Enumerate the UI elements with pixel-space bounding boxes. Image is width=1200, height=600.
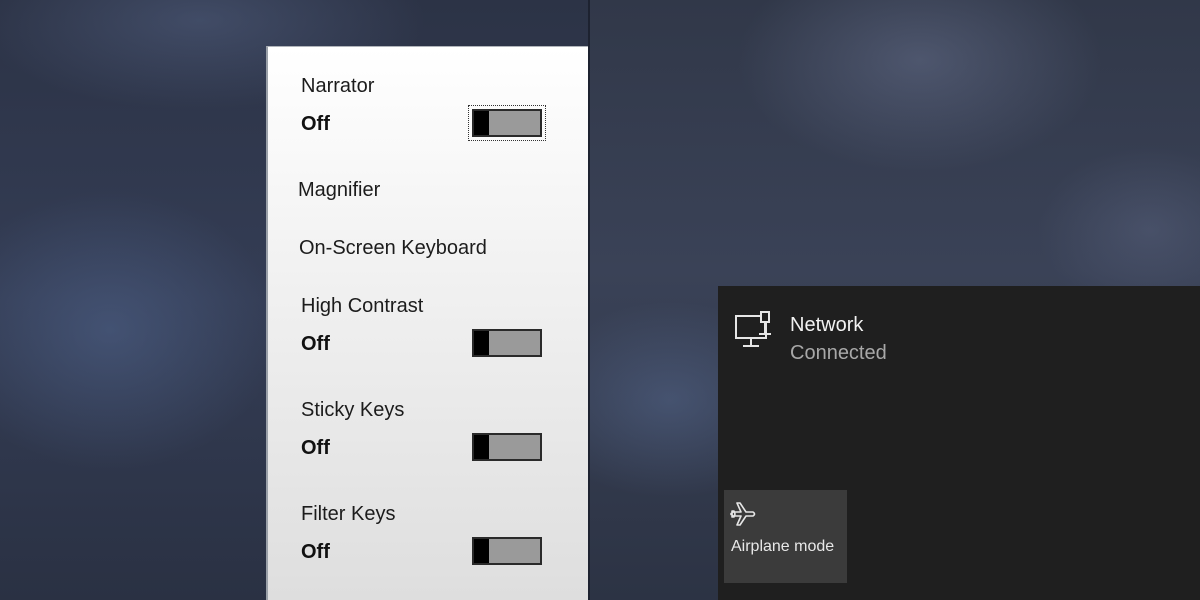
high-contrast-label: High Contrast <box>301 295 424 317</box>
filter-keys-toggle-thumb <box>474 539 489 563</box>
sticky-keys-label: Sticky Keys <box>301 399 405 421</box>
narrator-toggle-thumb <box>474 111 489 135</box>
magnifier-item[interactable]: Magnifier <box>298 179 380 202</box>
filter-keys-label: Filter Keys <box>301 503 396 525</box>
filter-keys-state: Off <box>301 541 330 563</box>
narrator-toggle[interactable] <box>468 105 546 141</box>
ease-of-access-flyout: Narrator Off Magnifier On-Screen Keyboar… <box>266 46 588 600</box>
high-contrast-toggle-thumb <box>474 331 489 355</box>
airplane-mode-label: Airplane mode <box>731 538 835 555</box>
narrator-state: Off <box>301 113 330 135</box>
airplane-mode-tile[interactable]: Airplane mode <box>724 490 847 583</box>
network-title[interactable]: Network <box>790 314 863 337</box>
sticky-keys-toggle[interactable] <box>472 433 542 461</box>
sticky-keys-toggle-thumb <box>474 435 489 459</box>
high-contrast-state: Off <box>301 333 330 355</box>
high-contrast-toggle[interactable] <box>472 329 542 357</box>
network-status: Connected <box>790 342 887 364</box>
on-screen-keyboard-item[interactable]: On-Screen Keyboard <box>299 237 487 260</box>
narrator-label: Narrator <box>301 75 375 97</box>
airplane-icon <box>730 502 756 526</box>
filter-keys-toggle[interactable] <box>472 537 542 565</box>
sticky-keys-state: Off <box>301 437 330 459</box>
wired-network-icon <box>735 311 771 347</box>
network-flyout: Network Connected Airplane mode <box>718 286 1200 600</box>
